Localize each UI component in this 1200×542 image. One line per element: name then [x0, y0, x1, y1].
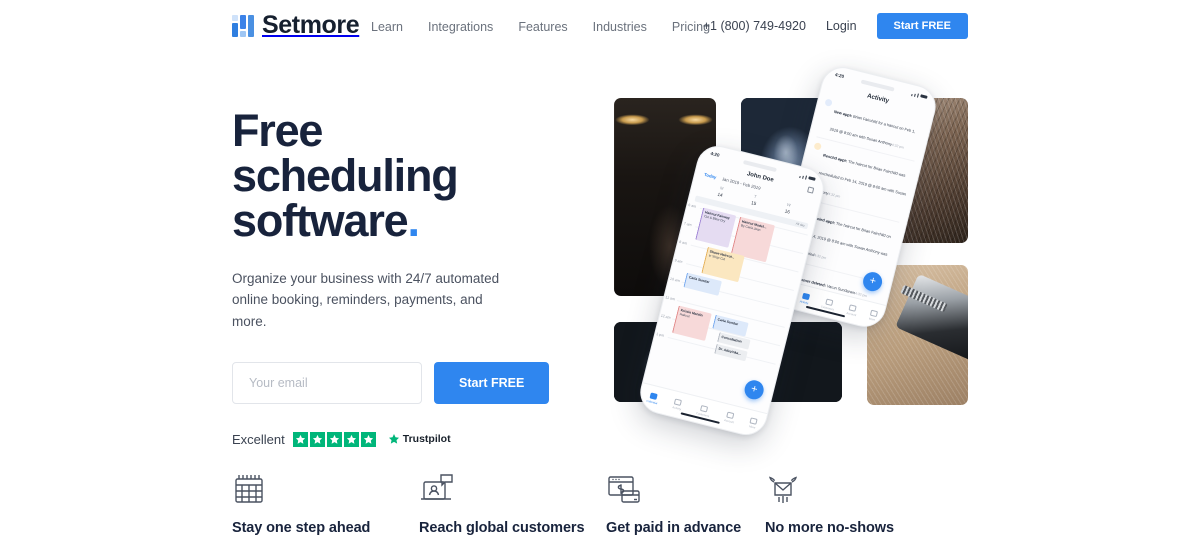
activity-time: 4:32 pm	[891, 142, 905, 150]
page-title: Free scheduling software.	[232, 108, 532, 243]
calendar-event[interactable]: Haircut Fairway Cut & Blow Dry	[695, 207, 737, 248]
tab-more[interactable]: More	[748, 417, 758, 430]
calendar-icon	[232, 472, 419, 508]
activity-time: 4:32 pm	[813, 253, 827, 261]
trustpilot-rating: Excellent Trustpilot	[232, 431, 532, 447]
battery-icon	[920, 94, 928, 100]
status-time: 4:20	[709, 150, 721, 158]
activity-label: New appt:	[833, 108, 853, 119]
feature-get-paid-in-advance[interactable]: Get paid in advance	[606, 472, 765, 536]
add-appointment-fab[interactable]: +	[742, 378, 766, 402]
calendar-event[interactable]: Kristin Mantin Haircut	[671, 305, 712, 341]
star-icon	[292, 431, 308, 447]
tab-calendar[interactable]: Calendar	[646, 392, 660, 406]
brand-name: Setmore	[262, 11, 360, 39]
nav-item-features[interactable]: Features	[518, 20, 567, 34]
flying-envelope-icon	[765, 472, 952, 508]
header-actions: +1 (800) 749-4920 Login Start FREE	[703, 13, 968, 39]
signal-icon	[799, 174, 808, 180]
hero-start-free-button[interactable]: Start FREE	[434, 361, 550, 404]
calendar-today-button[interactable]: Today	[704, 172, 717, 180]
tab-account[interactable]: Account	[846, 304, 859, 317]
hero-image-collage: 4:20 Activity New appt: Brian Fairchild …	[612, 62, 972, 440]
headline-line-2: software	[232, 195, 409, 246]
status-icon	[824, 98, 833, 107]
nav-item-learn[interactable]: Learn	[371, 20, 403, 34]
feature-highlights: Stay one step ahead Reach global custome…	[232, 472, 952, 536]
hero-subheadline: Organize your business with 24/7 automat…	[232, 271, 500, 329]
nav-item-integrations[interactable]: Integrations	[428, 20, 493, 34]
video-call-icon	[419, 472, 606, 508]
main-nav: Learn Integrations Features Industries P…	[371, 20, 710, 34]
tab-account[interactable]: Account	[724, 411, 737, 425]
headline-line-1: Free scheduling	[232, 105, 459, 201]
feature-label: Stay one step ahead	[232, 520, 371, 536]
tab-more[interactable]: More	[868, 309, 878, 322]
tab-activity[interactable]: Activity	[672, 398, 683, 411]
star-icon	[360, 431, 376, 447]
trustpilot-star-icon	[388, 434, 399, 445]
feature-reach-global-customers[interactable]: Reach global customers	[419, 472, 606, 536]
nav-item-industries[interactable]: Industries	[593, 20, 647, 34]
trustpilot-rating-word: Excellent	[232, 431, 285, 447]
feature-label: Reach global customers	[419, 520, 585, 536]
activity-time: 4:32 pm	[827, 191, 841, 199]
login-link[interactable]: Login	[826, 19, 857, 33]
battery-icon	[808, 176, 816, 182]
status-time: 4:20	[834, 71, 845, 80]
feature-stay-one-step-ahead[interactable]: Stay one step ahead	[232, 472, 419, 536]
site-header: Setmore Learn Integrations Features Indu…	[0, 0, 1200, 54]
feature-no-more-no-shows[interactable]: No more no-shows	[765, 472, 952, 536]
trustpilot-stars	[292, 431, 376, 447]
activity-text: Brian Fairchild for a haircut on Feb 1, …	[829, 113, 916, 147]
trustpilot-brand-name: Trustpilot	[402, 433, 451, 446]
email-input[interactable]	[232, 361, 422, 404]
support-phone-number[interactable]: +1 (800) 749-4920	[703, 19, 806, 33]
landing-page: Setmore Learn Integrations Features Indu…	[0, 0, 1200, 542]
brand-logo[interactable]: Setmore	[232, 11, 360, 39]
tab-activity[interactable]: Activity	[799, 292, 810, 305]
signup-form: Start FREE	[232, 361, 550, 404]
star-icon	[326, 431, 342, 447]
status-icon	[813, 142, 822, 151]
trustpilot-logo[interactable]: Trustpilot	[388, 433, 451, 445]
payment-card-icon	[606, 472, 765, 508]
feature-label: No more no-shows	[765, 520, 894, 536]
feature-label: Get paid in advance	[606, 520, 742, 536]
header-start-free-button[interactable]: Start FREE	[876, 13, 968, 39]
calendar-view-icon[interactable]	[807, 186, 815, 194]
hero-content: Free scheduling software. Organize your …	[232, 108, 550, 447]
signal-icon	[911, 92, 920, 98]
setmore-grid-logo-icon	[232, 15, 254, 37]
activity-label: Reschd appt:	[822, 152, 848, 164]
star-icon	[309, 431, 325, 447]
star-icon	[343, 431, 359, 447]
headline-accent-dot: .	[407, 195, 420, 246]
